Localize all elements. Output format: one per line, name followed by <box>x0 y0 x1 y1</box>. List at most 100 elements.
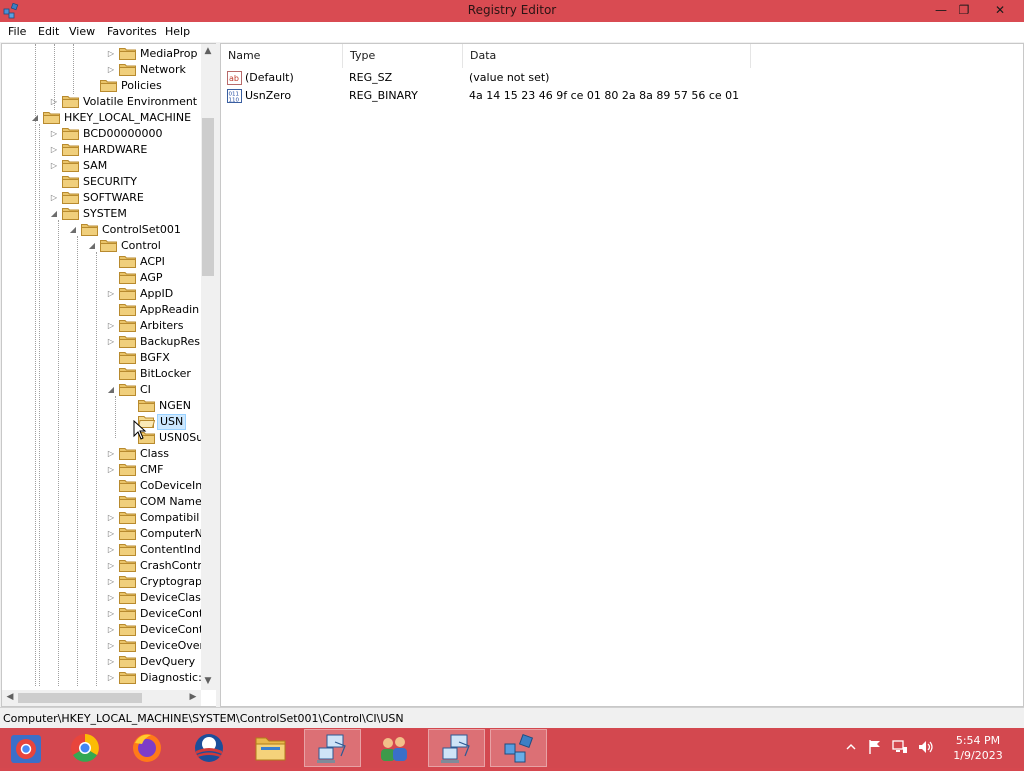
tree-node[interactable]: AppReadin <box>2 302 201 318</box>
value-row[interactable]: 011 110 UsnZero REG_BINARY 4a 14 15 23 4… <box>227 88 1007 105</box>
tree-node[interactable]: ▷ DevQuery <box>2 654 201 670</box>
tree-node[interactable]: ▷ Compatibil <box>2 510 201 526</box>
horizontal-scroll-thumb[interactable] <box>18 693 142 703</box>
tree-node[interactable]: ▷ SOFTWARE <box>2 190 201 206</box>
values-list[interactable]: Name Type Data ab (Default) REG_SZ (valu… <box>220 43 1024 707</box>
tree-node[interactable]: ◢ ControlSet001 <box>2 222 201 238</box>
expand-arrow-icon[interactable]: ▷ <box>50 129 58 139</box>
expand-arrow-icon[interactable]: ▷ <box>50 145 58 155</box>
tree-node[interactable]: ◢ SYSTEM <box>2 206 201 222</box>
expand-arrow-icon[interactable]: ▷ <box>107 593 115 603</box>
pane-splitter[interactable] <box>216 42 219 707</box>
value-row[interactable]: ab (Default) REG_SZ (value not set) <box>227 70 1007 87</box>
taskbar-item-registry-editor[interactable] <box>490 729 547 767</box>
expand-arrow-icon[interactable]: ▷ <box>50 193 58 203</box>
tree-node[interactable]: ◢ CI <box>2 382 201 398</box>
taskbar-item-chrome[interactable] <box>57 729 114 767</box>
tree-node[interactable]: ▷ Cryptograpl <box>2 574 205 590</box>
expand-arrow-icon[interactable]: ▷ <box>107 641 115 651</box>
tree-node[interactable]: ▷ AppID <box>2 286 201 302</box>
tree-node[interactable]: ▷ BackupRes <box>2 334 201 350</box>
tree-node[interactable]: ▷ DeviceCont <box>2 606 203 622</box>
menu-edit[interactable]: Edit <box>38 25 59 38</box>
taskbar-item-firefox[interactable] <box>118 729 175 767</box>
taskbar-item-network-1[interactable] <box>304 729 361 767</box>
restore-button[interactable]: ❐ <box>951 0 977 20</box>
chevron-up-icon[interactable] <box>846 742 856 752</box>
expand-arrow-icon[interactable]: ▷ <box>107 449 115 459</box>
tree-node[interactable]: SECURITY <box>2 174 201 190</box>
collapse-arrow-icon[interactable]: ◢ <box>31 113 39 123</box>
column-header-data[interactable]: Data <box>463 44 751 68</box>
tree-node[interactable]: ▷ Volatile Environment <box>2 94 201 110</box>
tree-horizontal-scrollbar[interactable]: ◀ ▶ <box>2 690 201 706</box>
taskbar-item-chrome-app[interactable] <box>0 729 57 767</box>
tree-node[interactable]: ▷ HARDWARE <box>2 142 201 158</box>
registry-tree[interactable]: ▷ MediaProp ▷ Network Policies ▷ Volatile Envi… <box>1 43 217 707</box>
tree-node[interactable]: USN0Su <box>2 430 203 446</box>
expand-arrow-icon[interactable]: ▷ <box>107 577 115 587</box>
column-header-type[interactable]: Type <box>343 44 463 68</box>
tree-node[interactable]: ▷ Class <box>2 446 201 462</box>
expand-arrow-icon[interactable]: ▷ <box>107 529 115 539</box>
tree-vertical-scrollbar[interactable]: ▲ ▼ <box>201 44 216 690</box>
expand-arrow-icon[interactable]: ▷ <box>107 657 115 667</box>
tree-node[interactable]: ▷ ContentInd <box>2 542 201 558</box>
expand-arrow-icon[interactable]: ▷ <box>50 97 58 107</box>
collapse-arrow-icon[interactable]: ◢ <box>50 209 58 219</box>
expand-arrow-icon[interactable]: ▷ <box>107 625 115 635</box>
expand-arrow-icon[interactable]: ▷ <box>107 289 115 299</box>
tree-node[interactable]: BitLocker <box>2 366 201 382</box>
taskbar-clock[interactable]: 5:54 PM 1/9/2023 <box>946 733 1010 763</box>
close-button[interactable]: ✕ <box>986 0 1014 20</box>
expand-arrow-icon[interactable]: ▷ <box>107 49 115 59</box>
tree-node[interactable]: ▷ CrashContr <box>2 558 202 574</box>
scroll-right-arrow-icon[interactable]: ▶ <box>186 692 200 702</box>
taskbar-item-file-explorer[interactable] <box>242 729 299 767</box>
tree-node[interactable]: ▷ SAM <box>2 158 201 174</box>
tree-node[interactable]: ACPI <box>2 254 201 270</box>
tree-node[interactable]: ▷ CMF <box>2 462 201 478</box>
network-icon[interactable] <box>892 739 908 755</box>
tree-node[interactable]: ▷ DeviceClas <box>2 590 201 606</box>
expand-arrow-icon[interactable]: ▷ <box>107 321 115 331</box>
tree-node[interactable]: ▷ Arbiters <box>2 318 201 334</box>
tree-node[interactable]: ▷ ComputerN <box>2 526 203 542</box>
tree-node[interactable]: NGEN <box>2 398 201 414</box>
tree-node[interactable]: ▷ BCD00000000 <box>2 126 201 142</box>
tree-node[interactable]: ▷ DeviceCont <box>2 622 203 638</box>
tree-node[interactable]: AGP <box>2 270 201 286</box>
expand-arrow-icon[interactable]: ▷ <box>107 673 115 683</box>
menu-view[interactable]: View <box>69 25 95 38</box>
expand-arrow-icon[interactable]: ▷ <box>107 465 115 475</box>
tree-node[interactable]: ▷ DeviceOver <box>2 638 204 654</box>
tree-node[interactable]: BGFX <box>2 350 201 366</box>
flag-icon[interactable] <box>868 739 882 755</box>
expand-arrow-icon[interactable]: ▷ <box>107 609 115 619</box>
scroll-up-arrow-icon[interactable]: ▲ <box>201 46 215 56</box>
volume-icon[interactable] <box>918 739 934 755</box>
expand-arrow-icon[interactable]: ▷ <box>107 545 115 555</box>
column-header-name[interactable]: Name <box>221 44 343 68</box>
taskbar-item-network-2[interactable] <box>428 729 485 767</box>
taskbar-item-users[interactable] <box>366 729 423 767</box>
expand-arrow-icon[interactable]: ▷ <box>107 513 115 523</box>
tree-node[interactable]: ▷ MediaProp <box>2 46 201 62</box>
collapse-arrow-icon[interactable]: ◢ <box>88 241 96 251</box>
tree-node[interactable]: COM Name <box>2 494 202 510</box>
scroll-down-arrow-icon[interactable]: ▼ <box>201 676 215 686</box>
menu-favorites[interactable]: Favorites <box>107 25 157 38</box>
tree-node[interactable]: ▷ Diagnostic: <box>2 670 202 686</box>
scroll-left-arrow-icon[interactable]: ◀ <box>3 692 17 702</box>
tree-node[interactable]: CoDeviceIn <box>2 478 202 494</box>
tree-node[interactable]: USN <box>2 414 201 430</box>
collapse-arrow-icon[interactable]: ◢ <box>107 385 115 395</box>
tree-node[interactable]: ▷ Network <box>2 62 201 78</box>
menu-help[interactable]: Help <box>165 25 190 38</box>
expand-arrow-icon[interactable]: ▷ <box>107 561 115 571</box>
expand-arrow-icon[interactable]: ▷ <box>50 161 58 171</box>
tree-node[interactable]: Policies <box>2 78 201 94</box>
expand-arrow-icon[interactable]: ▷ <box>107 337 115 347</box>
vertical-scroll-thumb[interactable] <box>202 118 214 276</box>
taskbar-item-logo[interactable] <box>180 729 237 767</box>
